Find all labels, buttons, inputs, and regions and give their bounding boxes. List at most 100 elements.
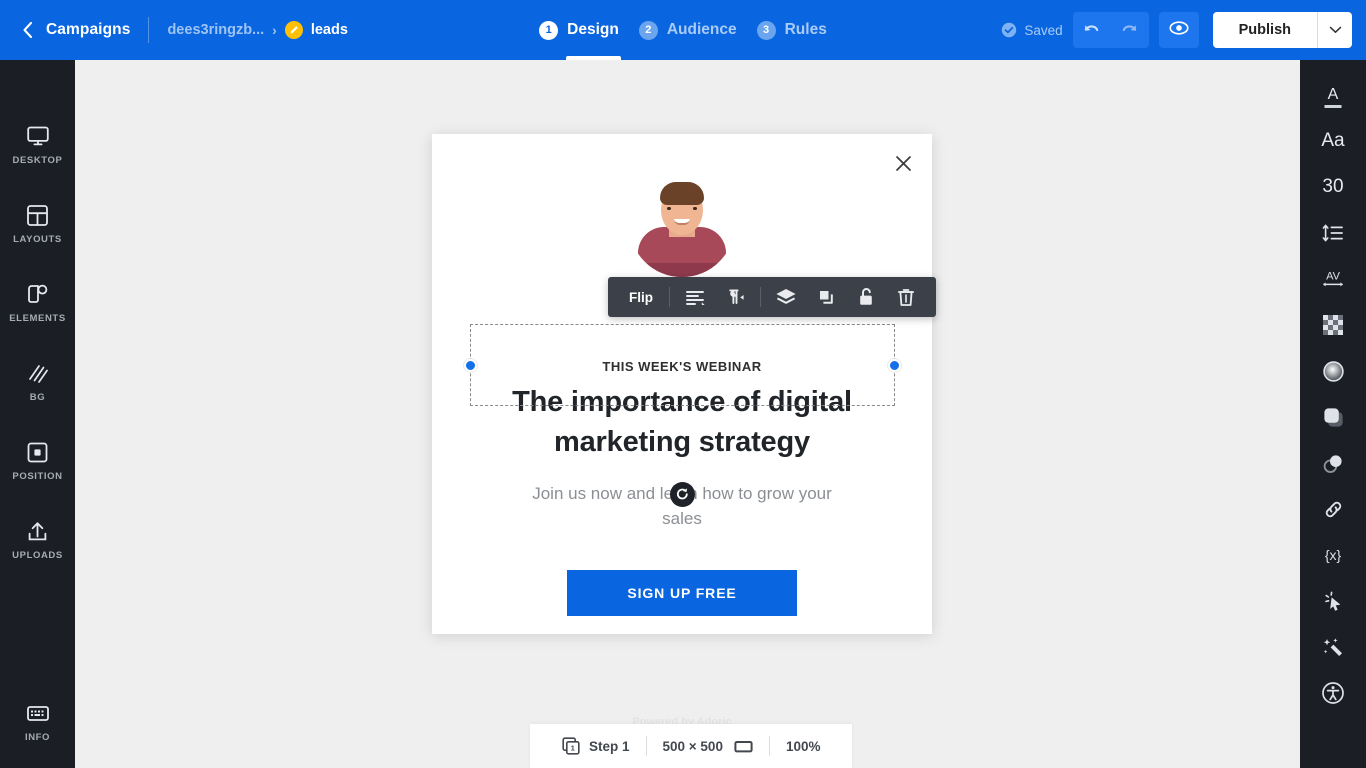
opacity-button[interactable]: [1310, 302, 1356, 348]
font-family-icon: Aa: [1321, 130, 1344, 152]
breadcrumb-current[interactable]: leads: [311, 22, 348, 38]
sidebar-item-desktop-label: DESKTOP: [13, 155, 63, 166]
accessibility-icon: [1321, 681, 1345, 705]
rotate-handle-icon[interactable]: [670, 482, 695, 507]
line-height-button[interactable]: [1310, 210, 1356, 256]
sidebar-item-layouts-label: LAYOUTS: [13, 234, 62, 245]
border-radius-button[interactable]: [1310, 394, 1356, 440]
signup-cta-button[interactable]: SIGN UP FREE: [567, 570, 797, 616]
undo-arrow-icon[interactable]: [1073, 12, 1111, 48]
sidebar-item-elements-label: ELEMENTS: [9, 313, 66, 324]
font-color-swatch: [1325, 105, 1342, 108]
text-align-icon[interactable]: [675, 277, 715, 317]
check-circle-icon: [1001, 22, 1024, 38]
letter-a-underline-icon: A: [1328, 86, 1339, 104]
zoom-control[interactable]: 100%: [770, 739, 837, 754]
step-audience-label: Audience: [667, 21, 737, 39]
layers-stack-icon[interactable]: [766, 277, 806, 317]
step-design-number: 1: [539, 21, 558, 40]
canvas-area[interactable]: THIS WEEK'S WEBINAR The importance of di…: [75, 60, 1300, 768]
paragraph-direction-icon[interactable]: [715, 277, 755, 317]
step-rules-label: Rules: [785, 21, 827, 39]
right-sidebar: A Aa 30 AV: [1300, 60, 1366, 768]
left-sidebar: DESKTOP LAYOUTS ELEMENTS BG POSITION: [0, 60, 75, 768]
top-bar: Campaigns dees3ringzb... › leads 1 Desig…: [0, 0, 1366, 60]
shadow-circle-icon: [1322, 360, 1345, 383]
svg-text:AV: AV: [1326, 271, 1341, 283]
interactions-button[interactable]: [1310, 578, 1356, 624]
publish-control: Publish: [1213, 12, 1352, 48]
flip-button[interactable]: Flip: [618, 290, 664, 305]
upload-arrow-icon: [26, 518, 49, 544]
step-design[interactable]: 1 Design: [539, 0, 619, 60]
top-bar-actions: Saved Publish: [1001, 0, 1352, 60]
sidebar-item-desktop[interactable]: DESKTOP: [0, 116, 75, 173]
monitor-icon: [26, 123, 50, 149]
resize-handle-right[interactable]: [888, 359, 901, 372]
shadow-button[interactable]: [1310, 348, 1356, 394]
magic-wand-icon: [1322, 636, 1345, 659]
pencil-icon: [285, 21, 303, 39]
position-square-icon: [26, 439, 49, 465]
sidebar-item-uploads-label: UPLOADS: [12, 550, 63, 561]
sidebar-item-info-label: INFO: [25, 732, 50, 743]
opacity-checker-icon: [1323, 315, 1343, 335]
background-hatch-icon: [26, 360, 49, 386]
rounded-square-icon: [1322, 406, 1345, 429]
sidebar-item-position[interactable]: POSITION: [0, 432, 75, 489]
sidebar-item-position-label: POSITION: [12, 471, 62, 482]
step-label: Step 1: [589, 739, 630, 754]
canvas-size-control[interactable]: 500 × 500: [647, 739, 769, 754]
font-size-icon: 30: [1322, 176, 1343, 198]
blend-button[interactable]: [1310, 440, 1356, 486]
font-color-button[interactable]: A: [1310, 72, 1356, 118]
breadcrumb-divider: [148, 17, 149, 43]
editor-root: Campaigns dees3ringzb... › leads 1 Desig…: [0, 0, 1366, 768]
duplicate-icon[interactable]: [806, 277, 846, 317]
saved-label: Saved: [1024, 23, 1062, 38]
publish-button[interactable]: Publish: [1213, 12, 1317, 48]
elements-shapes-icon: [26, 281, 49, 307]
link-chain-icon: [1322, 498, 1345, 521]
element-toolbar: Flip: [608, 277, 936, 317]
redo-arrow-icon[interactable]: [1111, 12, 1149, 48]
trash-icon[interactable]: [886, 277, 926, 317]
unlock-icon[interactable]: [846, 277, 886, 317]
sidebar-item-info[interactable]: INFO: [0, 693, 75, 750]
variables-button[interactable]: {x}: [1310, 532, 1356, 578]
breadcrumb-separator: ›: [272, 22, 277, 38]
selection-box: [470, 324, 895, 406]
step-design-label: Design: [567, 21, 619, 39]
letter-spacing-button[interactable]: AV: [1310, 256, 1356, 302]
chevron-left-icon[interactable]: [16, 19, 38, 41]
saved-status: Saved: [1001, 22, 1062, 38]
zoom-label: 100%: [786, 739, 821, 754]
blend-circles-icon: [1322, 452, 1345, 475]
sidebar-item-uploads[interactable]: UPLOADS: [0, 511, 75, 568]
font-size-button[interactable]: 30: [1310, 164, 1356, 210]
step-rules[interactable]: 3 Rules: [757, 0, 827, 60]
breadcrumb: Campaigns dees3ringzb... › leads: [0, 0, 348, 60]
step-audience[interactable]: 2 Audience: [639, 0, 737, 60]
link-button[interactable]: [1310, 486, 1356, 532]
step-selector[interactable]: 1 Step 1: [546, 737, 646, 755]
toolbar-divider: [669, 287, 670, 307]
close-x-icon[interactable]: [892, 152, 914, 174]
breadcrumb-parent[interactable]: dees3ringzb...: [167, 22, 264, 38]
keyboard-info-icon: [26, 700, 50, 726]
preview-button[interactable]: [1159, 12, 1199, 48]
sidebar-item-bg[interactable]: BG: [0, 353, 75, 410]
campaigns-link[interactable]: Campaigns: [46, 21, 130, 39]
eye-icon: [1169, 20, 1189, 41]
accessibility-button[interactable]: [1310, 670, 1356, 716]
toolbar-divider-2: [760, 287, 761, 307]
layouts-grid-icon: [26, 202, 49, 228]
sidebar-item-layouts[interactable]: LAYOUTS: [0, 195, 75, 252]
status-bar: 1 Step 1 500 × 500 100%: [530, 724, 852, 768]
font-family-button[interactable]: Aa: [1310, 118, 1356, 164]
resize-handle-left[interactable]: [464, 359, 477, 372]
click-cursor-icon: [1322, 590, 1345, 613]
sidebar-item-elements[interactable]: ELEMENTS: [0, 274, 75, 331]
chevron-down-icon[interactable]: [1318, 12, 1352, 48]
effects-button[interactable]: [1310, 624, 1356, 670]
